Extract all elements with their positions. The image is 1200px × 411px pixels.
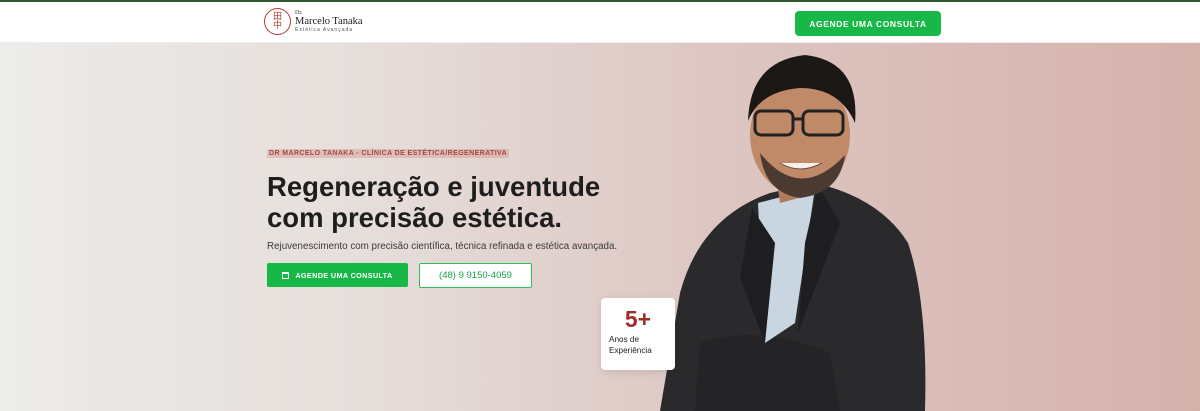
- hero-subtext: Rejuvenescimento com precisão científica…: [267, 241, 618, 252]
- logo-prefix: Dr.: [295, 9, 303, 16]
- schedule-consultation-button[interactable]: AGENDE UMA CONSULTA: [267, 263, 408, 287]
- experience-label: Anos de Experiência: [609, 335, 652, 355]
- experience-years: 5+: [624, 306, 652, 332]
- schedule-button-label: AGENDE UMA CONSULTA: [295, 270, 393, 280]
- hero-section: DR MARCELO TANAKA - CLÍNICA DE ESTÉTICA/…: [0, 43, 1200, 411]
- phone-button[interactable]: (48) 9 9150-4059: [419, 263, 532, 288]
- header-schedule-button[interactable]: AGENDE UMA CONSULTA: [795, 11, 941, 36]
- phone-number: (48) 9 9150-4059: [439, 270, 512, 281]
- hero-eyebrow: DR MARCELO TANAKA - CLÍNICA DE ESTÉTICA/…: [267, 149, 510, 158]
- calendar-icon: [282, 271, 290, 279]
- doctor-portrait: [660, 55, 926, 411]
- logo-name: Marcelo Tanaka: [295, 15, 363, 27]
- logo-kanji-mark: 田中: [264, 8, 291, 35]
- logo-subtitle: Estética Avançada: [295, 27, 354, 34]
- logo-text: Dr. Marcelo Tanaka Estética Avançada: [295, 10, 363, 34]
- brand-logo[interactable]: 田中 Dr. Marcelo Tanaka Estética Avançada: [264, 8, 363, 35]
- hero-headline: Regeneração e juventude com precisão est…: [267, 171, 601, 233]
- site-header: 田中 Dr. Marcelo Tanaka Estética Avançada …: [0, 2, 1200, 43]
- experience-stat-card: 5+ Anos de Experiência: [601, 298, 675, 370]
